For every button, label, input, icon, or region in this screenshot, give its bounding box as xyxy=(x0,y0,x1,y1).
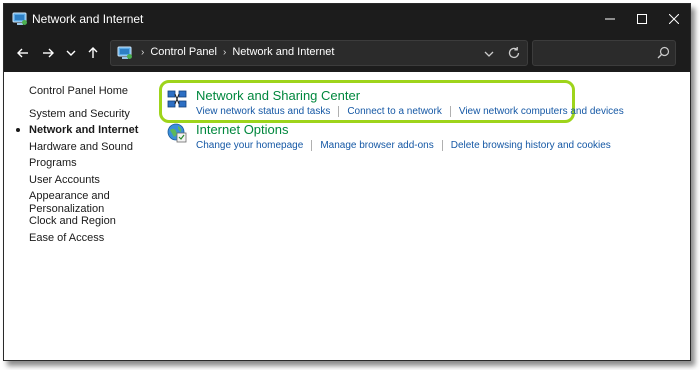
minimize-button[interactable] xyxy=(594,4,626,34)
navigation-bar: › Control Panel › Network and Internet xyxy=(4,34,690,72)
sidebar-item-ease-of-access[interactable]: Ease of Access xyxy=(29,232,139,245)
chevron-down-icon xyxy=(484,51,494,57)
network-sharing-center-icon[interactable] xyxy=(166,88,188,110)
link-separator xyxy=(449,106,451,117)
control-panel-window: Network and Internet › Control Panel › N… xyxy=(3,3,691,361)
recent-locations-button[interactable] xyxy=(62,43,80,63)
breadcrumb-network-and-internet[interactable]: Network and Internet xyxy=(232,46,334,58)
sidebar-item-appearance-and-personalization[interactable]: Appearance and Personalization xyxy=(29,190,139,216)
internet-options-icon[interactable] xyxy=(166,122,188,144)
close-icon xyxy=(669,14,679,24)
breadcrumb-separator-icon: › xyxy=(141,46,145,58)
sidebar-control-panel-home[interactable]: Control Panel Home xyxy=(29,85,128,97)
breadcrumb-control-panel[interactable]: Control Panel xyxy=(150,46,217,58)
refresh-button[interactable] xyxy=(507,46,521,60)
back-button[interactable] xyxy=(14,43,32,63)
chevron-down-icon xyxy=(66,50,76,56)
sidebar-item-network-and-internet[interactable]: Network and Internet xyxy=(29,124,139,137)
sidebar-item-user-accounts[interactable]: User Accounts xyxy=(29,174,139,187)
category-links: Change your homepage Manage browser add-… xyxy=(196,140,611,151)
up-button[interactable] xyxy=(84,43,102,63)
title-bar: Network and Internet xyxy=(4,4,690,34)
arrow-left-icon xyxy=(17,48,28,58)
sidebar-item-hardware-and-sound[interactable]: Hardware and Sound xyxy=(29,141,139,154)
maximize-button[interactable] xyxy=(626,4,658,34)
active-item-bullet-icon xyxy=(16,128,20,132)
minimize-icon xyxy=(605,18,615,20)
link-connect-to-network[interactable]: Connect to a network xyxy=(347,106,442,117)
refresh-icon xyxy=(508,47,520,59)
maximize-icon xyxy=(637,14,647,24)
sidebar-item-clock-and-region[interactable]: Clock and Region xyxy=(29,215,139,228)
address-dropdown-button[interactable] xyxy=(483,47,495,59)
search-icon[interactable] xyxy=(657,46,670,59)
sidebar-item-programs[interactable]: Programs xyxy=(29,157,139,170)
link-manage-addons[interactable]: Manage browser add-ons xyxy=(320,140,433,151)
breadcrumb: › Control Panel › Network and Internet xyxy=(135,46,334,58)
sidebar-item-system-and-security[interactable]: System and Security xyxy=(29,108,139,121)
link-separator xyxy=(338,106,340,117)
link-separator xyxy=(441,140,443,151)
link-view-network-computers[interactable]: View network computers and devices xyxy=(459,106,624,117)
link-separator xyxy=(311,140,313,151)
control-panel-icon xyxy=(12,11,28,27)
search-box[interactable] xyxy=(532,40,676,66)
category-title-network-and-sharing-center[interactable]: Network and Sharing Center xyxy=(196,88,360,103)
category-title-internet-options[interactable]: Internet Options xyxy=(196,122,289,137)
control-panel-icon xyxy=(117,45,133,61)
close-button[interactable] xyxy=(658,4,690,34)
link-delete-browsing-history[interactable]: Delete browsing history and cookies xyxy=(451,140,611,151)
arrow-right-icon xyxy=(43,48,54,58)
category-links: View network status and tasks Connect to… xyxy=(196,106,624,117)
forward-button[interactable] xyxy=(39,43,57,63)
breadcrumb-separator-icon: › xyxy=(223,46,227,58)
search-input[interactable] xyxy=(539,45,655,63)
window-title: Network and Internet xyxy=(32,12,144,26)
content-area: Control Panel Home System and Security N… xyxy=(4,72,690,360)
link-change-homepage[interactable]: Change your homepage xyxy=(196,140,303,151)
link-view-network-status[interactable]: View network status and tasks xyxy=(196,106,330,117)
address-bar[interactable]: › Control Panel › Network and Internet xyxy=(110,40,528,66)
arrow-up-icon xyxy=(88,47,98,58)
